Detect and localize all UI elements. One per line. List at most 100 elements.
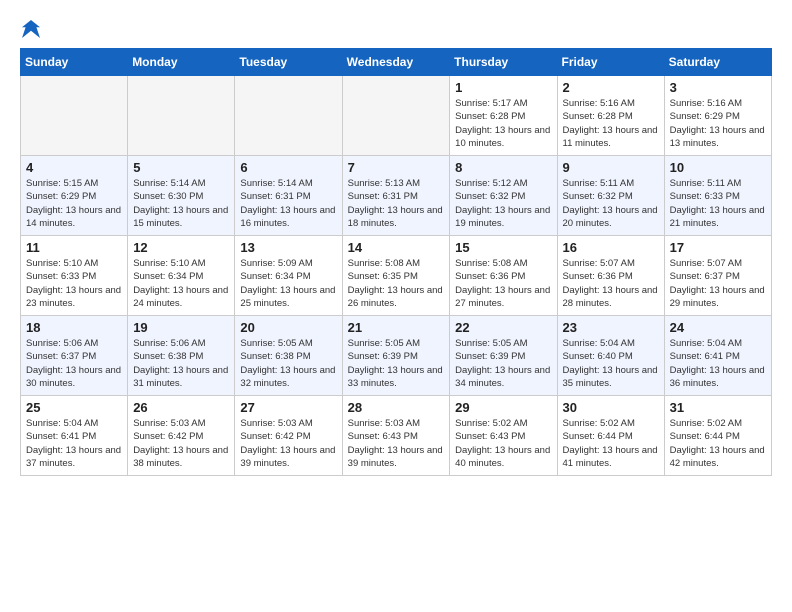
calendar-cell: 24 Sunrise: 5:04 AMSunset: 6:41 PMDayligh…: [664, 316, 771, 396]
day-number: 28: [348, 400, 445, 415]
day-number: 18: [26, 320, 122, 335]
day-info: Sunrise: 5:12 AMSunset: 6:32 PMDaylight:…: [455, 177, 551, 230]
day-info: Sunrise: 5:17 AMSunset: 6:28 PMDaylight:…: [455, 97, 551, 150]
day-info: Sunrise: 5:11 AMSunset: 6:33 PMDaylight:…: [670, 177, 766, 230]
day-info: Sunrise: 5:02 AMSunset: 6:44 PMDaylight:…: [563, 417, 659, 470]
day-info: Sunrise: 5:10 AMSunset: 6:33 PMDaylight:…: [26, 257, 122, 310]
day-info: Sunrise: 5:03 AMSunset: 6:42 PMDaylight:…: [240, 417, 336, 470]
day-number: 16: [563, 240, 659, 255]
day-number: 15: [455, 240, 551, 255]
day-number: 25: [26, 400, 122, 415]
calendar-week-row: 25 Sunrise: 5:04 AMSunset: 6:41 PMDayligh…: [21, 396, 772, 476]
day-number: 7: [348, 160, 445, 175]
day-info: Sunrise: 5:16 AMSunset: 6:28 PMDaylight:…: [563, 97, 659, 150]
day-number: 27: [240, 400, 336, 415]
day-number: 1: [455, 80, 551, 95]
calendar-cell: 23 Sunrise: 5:04 AMSunset: 6:40 PMDayligh…: [557, 316, 664, 396]
day-number: 8: [455, 160, 551, 175]
calendar-week-row: 4 Sunrise: 5:15 AMSunset: 6:29 PMDaylight…: [21, 156, 772, 236]
day-info: Sunrise: 5:03 AMSunset: 6:43 PMDaylight:…: [348, 417, 445, 470]
day-info: Sunrise: 5:04 AMSunset: 6:40 PMDaylight:…: [563, 337, 659, 390]
calendar-cell: 18 Sunrise: 5:06 AMSunset: 6:37 PMDayligh…: [21, 316, 128, 396]
day-number: 9: [563, 160, 659, 175]
column-header-tuesday: Tuesday: [235, 49, 342, 76]
calendar-cell: [235, 76, 342, 156]
day-info: Sunrise: 5:05 AMSunset: 6:38 PMDaylight:…: [240, 337, 336, 390]
calendar-cell: 4 Sunrise: 5:15 AMSunset: 6:29 PMDaylight…: [21, 156, 128, 236]
logo: [20, 20, 40, 38]
calendar-week-row: 11Sunrise: 5:10 AMSunset: 6:33 PMDayligh…: [21, 236, 772, 316]
calendar-cell: 14 Sunrise: 5:08 AMSunset: 6:35 PMDayligh…: [342, 236, 450, 316]
day-info: Sunrise: 5:04 AMSunset: 6:41 PMDaylight:…: [26, 417, 122, 470]
logo-bird-icon: [22, 20, 40, 38]
day-number: 26: [133, 400, 229, 415]
day-info: Sunrise: 5:15 AMSunset: 6:29 PMDaylight:…: [26, 177, 122, 230]
calendar-cell: 9 Sunrise: 5:11 AMSunset: 6:32 PMDaylight…: [557, 156, 664, 236]
day-number: 3: [670, 80, 766, 95]
day-number: 6: [240, 160, 336, 175]
day-info: Sunrise: 5:06 AMSunset: 6:38 PMDaylight:…: [133, 337, 229, 390]
calendar-cell: 25 Sunrise: 5:04 AMSunset: 6:41 PMDayligh…: [21, 396, 128, 476]
day-number: 24: [670, 320, 766, 335]
calendar-cell: [21, 76, 128, 156]
day-info: Sunrise: 5:08 AMSunset: 6:36 PMDaylight:…: [455, 257, 551, 310]
calendar-cell: 12Sunrise: 5:10 AMSunset: 6:34 PMDayligh…: [128, 236, 235, 316]
calendar-table: SundayMondayTuesdayWednesdayThursdayFrid…: [20, 48, 772, 476]
calendar-cell: 31 Sunrise: 5:02 AMSunset: 6:44 PMDayligh…: [664, 396, 771, 476]
day-number: 19: [133, 320, 229, 335]
day-number: 21: [348, 320, 445, 335]
calendar-cell: 30 Sunrise: 5:02 AMSunset: 6:44 PMDayligh…: [557, 396, 664, 476]
calendar-week-row: 18 Sunrise: 5:06 AMSunset: 6:37 PMDayligh…: [21, 316, 772, 396]
calendar-cell: 28 Sunrise: 5:03 AMSunset: 6:43 PMDayligh…: [342, 396, 450, 476]
calendar-cell: 26 Sunrise: 5:03 AMSunset: 6:42 PMDayligh…: [128, 396, 235, 476]
day-info: Sunrise: 5:04 AMSunset: 6:41 PMDaylight:…: [670, 337, 766, 390]
column-header-friday: Friday: [557, 49, 664, 76]
calendar-cell: [342, 76, 450, 156]
day-number: 2: [563, 80, 659, 95]
day-number: 14: [348, 240, 445, 255]
day-info: Sunrise: 5:14 AMSunset: 6:31 PMDaylight:…: [240, 177, 336, 230]
calendar-cell: 22 Sunrise: 5:05 AMSunset: 6:39 PMDayligh…: [450, 316, 557, 396]
calendar-week-row: 1 Sunrise: 5:17 AMSunset: 6:28 PMDaylight…: [21, 76, 772, 156]
calendar-cell: 11Sunrise: 5:10 AMSunset: 6:33 PMDayligh…: [21, 236, 128, 316]
day-number: 4: [26, 160, 122, 175]
day-number: 10: [670, 160, 766, 175]
day-info: Sunrise: 5:02 AMSunset: 6:44 PMDaylight:…: [670, 417, 766, 470]
calendar-cell: 5Sunrise: 5:14 AMSunset: 6:30 PMDaylight…: [128, 156, 235, 236]
day-info: Sunrise: 5:02 AMSunset: 6:43 PMDaylight:…: [455, 417, 551, 470]
calendar-cell: 29 Sunrise: 5:02 AMSunset: 6:43 PMDayligh…: [450, 396, 557, 476]
day-number: 12: [133, 240, 229, 255]
day-info: Sunrise: 5:09 AMSunset: 6:34 PMDaylight:…: [240, 257, 336, 310]
column-header-thursday: Thursday: [450, 49, 557, 76]
calendar-cell: 17 Sunrise: 5:07 AMSunset: 6:37 PMDayligh…: [664, 236, 771, 316]
day-number: 20: [240, 320, 336, 335]
day-info: Sunrise: 5:08 AMSunset: 6:35 PMDaylight:…: [348, 257, 445, 310]
calendar-cell: 21Sunrise: 5:05 AMSunset: 6:39 PMDayligh…: [342, 316, 450, 396]
day-number: 23: [563, 320, 659, 335]
day-number: 31: [670, 400, 766, 415]
calendar-cell: 10 Sunrise: 5:11 AMSunset: 6:33 PMDayligh…: [664, 156, 771, 236]
day-info: Sunrise: 5:06 AMSunset: 6:37 PMDaylight:…: [26, 337, 122, 390]
day-info: Sunrise: 5:11 AMSunset: 6:32 PMDaylight:…: [563, 177, 659, 230]
day-number: 22: [455, 320, 551, 335]
day-number: 17: [670, 240, 766, 255]
day-info: Sunrise: 5:16 AMSunset: 6:29 PMDaylight:…: [670, 97, 766, 150]
calendar-cell: 20 Sunrise: 5:05 AMSunset: 6:38 PMDayligh…: [235, 316, 342, 396]
calendar-cell: 8 Sunrise: 5:12 AMSunset: 6:32 PMDaylight…: [450, 156, 557, 236]
day-info: Sunrise: 5:03 AMSunset: 6:42 PMDaylight:…: [133, 417, 229, 470]
day-info: Sunrise: 5:07 AMSunset: 6:37 PMDaylight:…: [670, 257, 766, 310]
page-header: [20, 20, 772, 38]
column-header-wednesday: Wednesday: [342, 49, 450, 76]
calendar-cell: 19 Sunrise: 5:06 AMSunset: 6:38 PMDayligh…: [128, 316, 235, 396]
day-number: 29: [455, 400, 551, 415]
column-header-monday: Monday: [128, 49, 235, 76]
calendar-cell: 6 Sunrise: 5:14 AMSunset: 6:31 PMDaylight…: [235, 156, 342, 236]
calendar-cell: [128, 76, 235, 156]
calendar-cell: 3 Sunrise: 5:16 AMSunset: 6:29 PMDaylight…: [664, 76, 771, 156]
day-number: 30: [563, 400, 659, 415]
calendar-cell: 16Sunrise: 5:07 AMSunset: 6:36 PMDayligh…: [557, 236, 664, 316]
day-info: Sunrise: 5:13 AMSunset: 6:31 PMDaylight:…: [348, 177, 445, 230]
day-number: 5: [133, 160, 229, 175]
column-header-sunday: Sunday: [21, 49, 128, 76]
day-info: Sunrise: 5:05 AMSunset: 6:39 PMDaylight:…: [455, 337, 551, 390]
